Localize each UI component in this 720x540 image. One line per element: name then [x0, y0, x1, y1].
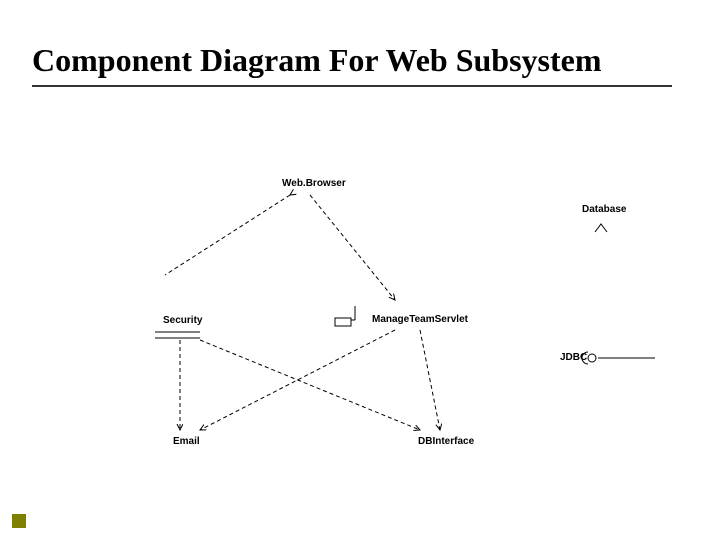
- node-web-browser: Web.Browser: [282, 178, 346, 189]
- node-database: Database: [582, 204, 626, 215]
- node-manage-team-servlet: ManageTeamServlet: [372, 314, 468, 325]
- node-security: Security: [163, 315, 202, 326]
- node-db-interface: DBInterface: [418, 436, 474, 447]
- title-underline: [32, 85, 672, 87]
- title-block: Component Diagram For Web Subsystem: [32, 42, 688, 87]
- accent-square-icon: [12, 514, 26, 528]
- page-title: Component Diagram For Web Subsystem: [32, 42, 688, 85]
- node-email: Email: [173, 436, 200, 447]
- node-jdbc: JDBC: [560, 352, 587, 363]
- slide: Component Diagram For Web Subsystem: [0, 0, 720, 540]
